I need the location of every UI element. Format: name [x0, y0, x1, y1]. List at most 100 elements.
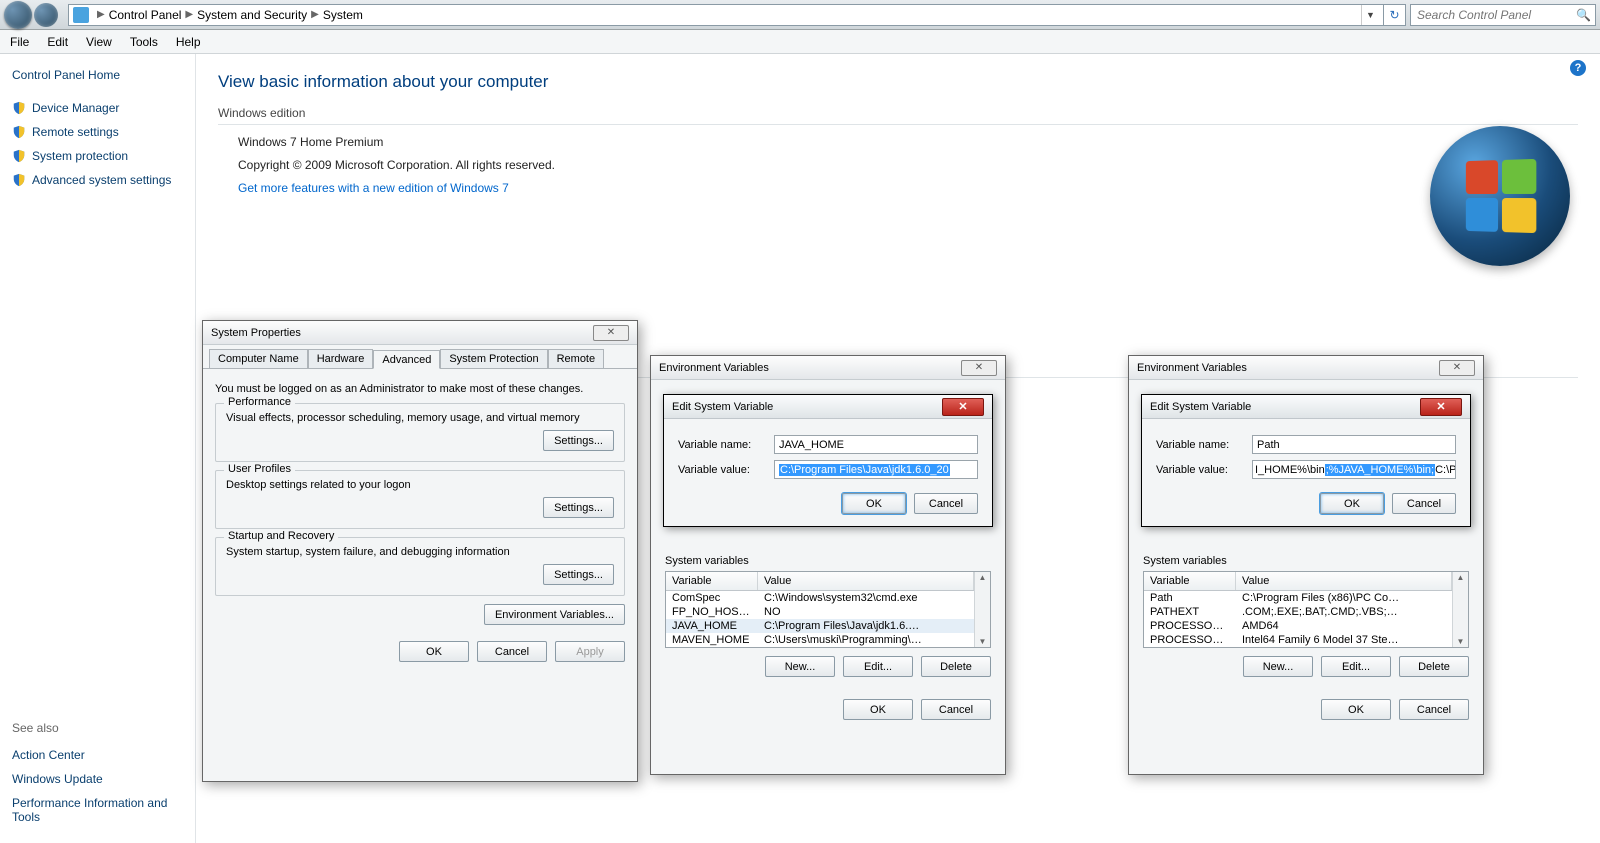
back-button[interactable] [4, 1, 32, 29]
var-name-label: Variable name: [678, 439, 774, 451]
sidebar-home-link[interactable]: Control Panel Home [12, 68, 183, 82]
col-value[interactable]: Value [1236, 572, 1452, 590]
cancel-button[interactable]: Cancel [1392, 493, 1456, 514]
close-icon[interactable]: ✕ [1439, 360, 1475, 376]
delete-button[interactable]: Delete [921, 656, 991, 677]
ok-button[interactable]: OK [1320, 493, 1384, 514]
chevron-right-icon: ▶ [97, 9, 105, 20]
startup-settings-button[interactable]: Settings... [543, 564, 614, 585]
var-value-input[interactable]: I_HOME%\bin;%JAVA_HOME%\bin;C:\Prog [1252, 460, 1456, 479]
table-row[interactable]: PATHEXT.COM;.EXE;.BAT;.CMD;.VBS;.VBE;.JS… [1144, 605, 1452, 619]
cancel-button[interactable]: Cancel [921, 699, 991, 720]
scrollbar[interactable]: ▲▼ [1452, 572, 1468, 647]
history-dropdown[interactable]: ▼ [1361, 5, 1379, 25]
cancel-button[interactable]: Cancel [914, 493, 978, 514]
chevron-right-icon: ▶ [185, 9, 193, 20]
close-icon[interactable]: ✕ [961, 360, 997, 376]
scroll-up-icon[interactable]: ▲ [1457, 572, 1465, 583]
sys-vars-table: VariableValue PathC:\Program Files (x86)… [1143, 571, 1469, 648]
edition-name: Windows 7 Home Premium [238, 131, 1578, 154]
env-vars-button[interactable]: Environment Variables... [484, 604, 625, 625]
menu-edit[interactable]: Edit [47, 35, 68, 49]
new-button[interactable]: New... [1243, 656, 1313, 677]
help-icon[interactable]: ? [1570, 60, 1586, 76]
ok-button[interactable]: OK [843, 699, 913, 720]
menu-tools[interactable]: Tools [130, 35, 158, 49]
tab-system-protection[interactable]: System Protection [440, 349, 547, 368]
table-row[interactable]: PathC:\Program Files (x86)\PC Connectivi… [1144, 591, 1452, 605]
perf-settings-button[interactable]: Settings... [543, 430, 614, 451]
cancel-button[interactable]: Cancel [477, 641, 547, 662]
sidebar-item-action-center[interactable]: Action Center [12, 748, 183, 762]
dialog-body: You must be logged on as an Administrato… [203, 369, 637, 635]
new-button[interactable]: New... [765, 656, 835, 677]
scroll-down-icon[interactable]: ▼ [979, 636, 987, 647]
col-variable[interactable]: Variable [1144, 572, 1236, 590]
sidebar-item-performance[interactable]: Performance Information and Tools [12, 796, 183, 824]
dialog-title-bar[interactable]: Edit System Variable ✕ [664, 395, 992, 419]
cancel-button[interactable]: Cancel [1399, 699, 1469, 720]
scroll-up-icon[interactable]: ▲ [979, 572, 987, 583]
shield-icon [12, 173, 26, 187]
var-name-input[interactable] [1252, 435, 1456, 454]
sidebar-item-advanced-settings[interactable]: Advanced system settings [12, 173, 183, 187]
explorer-nav: ▶ Control Panel ▶ System and Security ▶ … [0, 0, 1600, 30]
sidebar-item-windows-update[interactable]: Windows Update [12, 772, 183, 786]
table-row[interactable]: JAVA_HOMEC:\Program Files\Java\jdk1.6.0_… [666, 619, 974, 633]
crumb-item[interactable]: System [323, 8, 363, 22]
col-value[interactable]: Value [758, 572, 974, 590]
crumb-item[interactable]: System and Security [197, 8, 307, 22]
var-value-input[interactable]: C:\Program Files\Java\jdk1.6.0_20 [774, 460, 978, 479]
edit-variable-dialog: Edit System Variable ✕ Variable name: Va… [1141, 394, 1471, 527]
edit-button[interactable]: Edit... [843, 656, 913, 677]
dialog-title-bar[interactable]: Environment Variables ✕ [1129, 356, 1483, 380]
menu-help[interactable]: Help [176, 35, 201, 49]
more-features-link[interactable]: Get more features with a new edition of … [238, 177, 1578, 200]
menu-bar: File Edit View Tools Help [0, 30, 1600, 54]
scroll-down-icon[interactable]: ▼ [1457, 636, 1465, 647]
ok-button[interactable]: OK [399, 641, 469, 662]
table-row[interactable]: PROCESSOR_ID...Intel64 Family 6 Model 37… [1144, 633, 1452, 647]
chevron-right-icon: ▶ [311, 9, 319, 20]
breadcrumb[interactable]: ▶ Control Panel ▶ System and Security ▶ … [68, 4, 1384, 26]
close-icon[interactable]: ✕ [1420, 398, 1462, 416]
dialog-title: Edit System Variable [672, 401, 773, 413]
search-input[interactable]: 🔍 [1410, 4, 1596, 26]
table-row[interactable]: PROCESSOR_AR...AMD64 [1144, 619, 1452, 633]
system-properties-dialog: System Properties ✕ Computer Name Hardwa… [202, 320, 638, 782]
forward-button[interactable] [34, 3, 58, 27]
dialog-title: System Properties [211, 327, 301, 339]
table-row[interactable]: ComSpecC:\Windows\system32\cmd.exe [666, 591, 974, 605]
delete-button[interactable]: Delete [1399, 656, 1469, 677]
table-row[interactable]: MAVEN_HOMEC:\Users\muski\Programming\Sof… [666, 633, 974, 647]
profiles-desc: Desktop settings related to your logon [226, 479, 614, 491]
tab-computer-name[interactable]: Computer Name [209, 349, 308, 368]
ok-button[interactable]: OK [842, 493, 906, 514]
search-field[interactable] [1415, 7, 1576, 23]
tab-remote[interactable]: Remote [548, 349, 605, 368]
user-profiles-group: User Profiles Desktop settings related t… [215, 470, 625, 529]
menu-view[interactable]: View [86, 35, 112, 49]
tab-hardware[interactable]: Hardware [308, 349, 374, 368]
col-variable[interactable]: Variable [666, 572, 758, 590]
tab-bar: Computer Name Hardware Advanced System P… [203, 345, 637, 369]
edit-button[interactable]: Edit... [1321, 656, 1391, 677]
sidebar-item-system-protection[interactable]: System protection [12, 149, 183, 163]
profiles-settings-button[interactable]: Settings... [543, 497, 614, 518]
sidebar-item-device-manager[interactable]: Device Manager [12, 101, 183, 115]
table-row[interactable]: FP_NO_HOST_C...NO [666, 605, 974, 619]
scrollbar[interactable]: ▲▼ [974, 572, 990, 647]
refresh-button[interactable]: ↻ [1384, 4, 1406, 26]
sidebar-item-remote-settings[interactable]: Remote settings [12, 125, 183, 139]
close-icon[interactable]: ✕ [942, 398, 984, 416]
ok-button[interactable]: OK [1321, 699, 1391, 720]
tab-advanced[interactable]: Advanced [373, 350, 440, 369]
close-icon[interactable]: ✕ [593, 325, 629, 341]
crumb-item[interactable]: Control Panel [109, 8, 182, 22]
apply-button[interactable]: Apply [555, 641, 625, 662]
dialog-title-bar[interactable]: System Properties ✕ [203, 321, 637, 345]
var-name-input[interactable] [774, 435, 978, 454]
dialog-title-bar[interactable]: Edit System Variable ✕ [1142, 395, 1470, 419]
menu-file[interactable]: File [10, 35, 29, 49]
dialog-title-bar[interactable]: Environment Variables ✕ [651, 356, 1005, 380]
